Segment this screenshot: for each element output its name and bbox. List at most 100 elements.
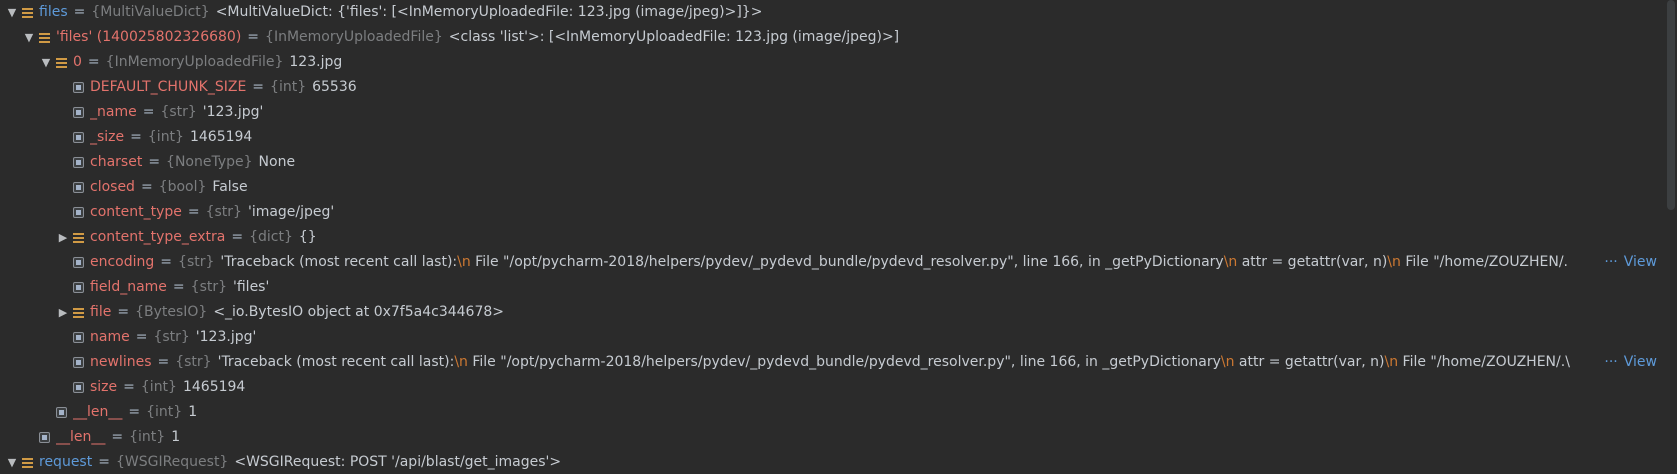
row-content: content_type_extra = {dict} {}	[90, 225, 1665, 250]
equals-sign: =	[123, 379, 135, 395]
row-content: charset = {NoneType} None	[90, 150, 1665, 175]
object-icon	[73, 232, 84, 243]
object-icon	[56, 57, 67, 68]
row-content: DEFAULT_CHUNK_SIZE = {int} 65536	[90, 75, 1665, 100]
variable-type: {NoneType}	[166, 154, 253, 170]
variable-name: files	[39, 4, 68, 20]
escape-sequence: \n	[1223, 254, 1238, 270]
variable-name: 0	[73, 54, 82, 70]
primitive-field-icon	[73, 182, 84, 193]
tree-row[interactable]: _name = {str} '123.jpg'	[0, 100, 1665, 125]
variable-name: content_type	[90, 204, 182, 220]
variable-name: name	[90, 329, 130, 345]
tree-row[interactable]: size = {int} 1465194	[0, 375, 1665, 400]
no-arrow	[55, 75, 71, 100]
variable-value: 'image/jpeg'	[247, 204, 335, 220]
vertical-scrollbar[interactable]	[1667, 0, 1675, 210]
variable-value-part: File "/opt/pycharm-2018/helpers/pydev/_p…	[467, 354, 1221, 370]
variable-value: '123.jpg'	[195, 329, 257, 345]
tree-row[interactable]: content_type = {str} 'image/jpeg'	[0, 200, 1665, 225]
expand-arrow-right-icon[interactable]: ▶	[55, 300, 71, 325]
variable-name: file	[90, 304, 112, 320]
tree-row[interactable]: ▼ files = {MultiValueDict} <MultiValueDict: …	[0, 0, 1665, 25]
equals-sign: =	[247, 29, 260, 45]
variable-type: {int}	[146, 404, 183, 420]
tree-row[interactable]: charset = {NoneType} None	[0, 150, 1665, 175]
tree-row[interactable]: DEFAULT_CHUNK_SIZE = {int} 65536	[0, 75, 1665, 100]
primitive-field-icon	[73, 257, 84, 268]
expand-arrow-down-icon[interactable]: ▼	[38, 50, 54, 75]
variable-type: {dict}	[249, 229, 293, 245]
row-content: 0 = {InMemoryUploadedFile} 123.jpg	[73, 50, 1665, 75]
primitive-field-icon	[73, 382, 84, 393]
variable-type: {str}	[153, 329, 190, 345]
no-arrow	[55, 375, 71, 400]
equals-sign: =	[128, 404, 141, 420]
tree-row[interactable]: name = {str} '123.jpg'	[0, 325, 1665, 350]
variable-name: __len__	[56, 429, 106, 445]
primitive-field-icon	[73, 332, 84, 343]
variable-type: {BytesIO}	[135, 304, 208, 320]
variable-type: {WSGIRequest}	[115, 454, 229, 470]
view-more: ··· View	[1598, 350, 1657, 375]
variable-type: {InMemoryUploadedFile}	[265, 29, 443, 45]
tree-row[interactable]: ▼ request = {WSGIRequest} <WSGIRequest: POST…	[0, 450, 1665, 474]
primitive-field-icon	[73, 82, 84, 93]
variable-type: {str}	[175, 354, 212, 370]
row-content: name = {str} '123.jpg'	[90, 325, 1665, 350]
tree-row[interactable]: ▶ file = {BytesIO} <_io.BytesIO object at 0x…	[0, 300, 1665, 325]
variable-type: {str}	[205, 204, 242, 220]
no-arrow	[55, 175, 71, 200]
expand-arrow-down-icon[interactable]: ▼	[4, 0, 20, 25]
expand-arrow-right-icon[interactable]: ▶	[55, 225, 71, 250]
variable-value: 'files'	[233, 279, 270, 295]
tree-row[interactable]: __len__ = {int} 1	[0, 425, 1665, 450]
equals-sign: =	[140, 179, 153, 195]
equals-sign: =	[172, 279, 185, 295]
variable-value: <WSGIRequest: POST '/api/blast/get_image…	[234, 454, 562, 470]
tree-row[interactable]: closed = {bool} False	[0, 175, 1665, 200]
row-content: file = {BytesIO} <_io.BytesIO object at 0x7…	[90, 300, 1665, 325]
variable-value: <class 'list'>: [<InMemoryUploadedFile: …	[448, 29, 900, 45]
view-link[interactable]: View	[1624, 254, 1657, 270]
no-arrow	[55, 275, 71, 300]
variable-value-part: File "/home/ZOUZHEN/.	[1400, 254, 1568, 270]
equals-sign: =	[87, 54, 100, 70]
tree-row[interactable]: newlines = {str} 'Traceback (most recent ca…	[0, 350, 1665, 375]
row-content: encoding = {str} 'Traceback (most recent ca…	[90, 250, 1665, 275]
escape-sequence: \n	[1220, 354, 1235, 370]
ellipsis-icon: ···	[1604, 354, 1618, 370]
equals-sign: =	[252, 79, 265, 95]
variable-name: field_name	[90, 279, 167, 295]
variable-name: encoding	[90, 254, 155, 270]
variable-value: 1	[188, 404, 198, 420]
primitive-field-icon	[73, 357, 84, 368]
variable-value: 1465194	[189, 129, 253, 145]
tree-row[interactable]: ▼ 'files' (140025802326680) = {InMemoryUplo…	[0, 25, 1665, 50]
tree-row[interactable]: __len__ = {int} 1	[0, 400, 1665, 425]
no-arrow	[55, 125, 71, 150]
equals-sign: =	[98, 454, 110, 470]
equals-sign: =	[117, 304, 130, 320]
equals-sign: =	[187, 204, 200, 220]
expand-arrow-down-icon[interactable]: ▼	[4, 450, 20, 474]
variable-type: {int}	[129, 429, 166, 445]
variable-type: {InMemoryUploadedFile}	[105, 54, 284, 70]
variable-name: closed	[90, 179, 135, 195]
no-arrow	[55, 100, 71, 125]
tree-row[interactable]: ▼ 0 = {InMemoryUploadedFile} 123.jpg	[0, 50, 1665, 75]
primitive-field-icon	[73, 282, 84, 293]
variable-value: <_io.BytesIO object at 0x7f5a4c344678>	[213, 304, 504, 320]
no-arrow	[55, 150, 71, 175]
tree-row[interactable]: _size = {int} 1465194	[0, 125, 1665, 150]
tree-row[interactable]: encoding = {str} 'Traceback (most recent ca…	[0, 250, 1665, 275]
variable-value: 123.jpg	[289, 54, 343, 70]
no-arrow	[55, 350, 71, 375]
escape-sequence: \n	[1387, 254, 1401, 270]
expand-arrow-down-icon[interactable]: ▼	[21, 25, 37, 50]
primitive-field-icon	[56, 407, 67, 418]
tree-row[interactable]: field_name = {str} 'files'	[0, 275, 1665, 300]
escape-sequence: \n	[454, 354, 468, 370]
view-link[interactable]: View	[1624, 354, 1657, 370]
tree-row[interactable]: ▶ content_type_extra = {dict} {}	[0, 225, 1665, 250]
